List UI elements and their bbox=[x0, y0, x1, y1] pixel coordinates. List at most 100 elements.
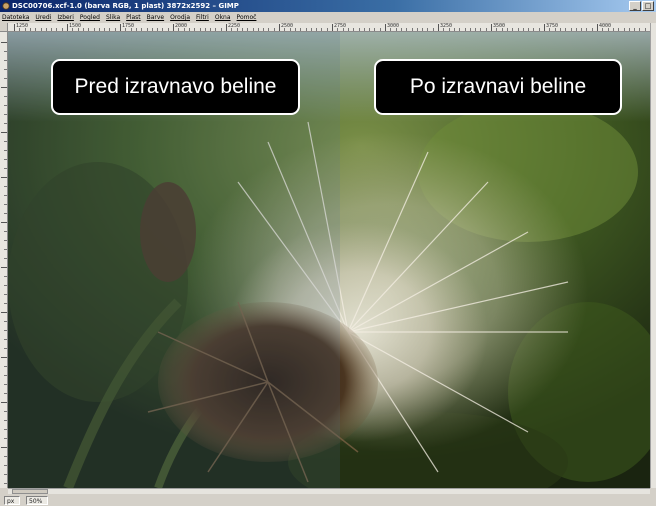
ruler-tick-major bbox=[597, 24, 598, 31]
ruler-tick-minor bbox=[422, 28, 424, 31]
ruler-tick-minor bbox=[4, 213, 7, 214]
ruler-tick-minor bbox=[104, 28, 106, 31]
ruler-tick-minor bbox=[554, 28, 556, 31]
ruler-tick-minor bbox=[130, 28, 132, 31]
minimize-icon[interactable]: _ bbox=[629, 1, 641, 11]
ruler-tick-minor bbox=[29, 28, 31, 31]
ruler-tick-label: 1500 bbox=[69, 23, 82, 29]
ruler-tick-minor bbox=[4, 60, 7, 61]
ruler-tick-minor bbox=[51, 28, 53, 31]
ruler-tick-minor bbox=[400, 28, 402, 31]
ruler-tick-minor bbox=[395, 28, 397, 31]
ruler-tick-minor bbox=[581, 28, 583, 31]
ruler-tick-minor bbox=[406, 28, 408, 31]
ruler-tick-minor bbox=[4, 123, 7, 124]
vertical-ruler[interactable] bbox=[0, 32, 8, 488]
ruler-tick-minor bbox=[602, 28, 604, 31]
ruler-tick-minor bbox=[644, 28, 646, 31]
maximize-icon[interactable]: □ bbox=[642, 1, 654, 11]
ruler-tick-minor bbox=[4, 483, 7, 484]
ruler-tick-minor bbox=[618, 28, 620, 31]
ruler-tick-minor bbox=[353, 28, 355, 31]
ruler-tick-minor bbox=[559, 28, 561, 31]
vertical-scrollbar[interactable] bbox=[650, 23, 656, 488]
ruler-tick-minor bbox=[4, 339, 7, 340]
ruler-tick-minor bbox=[4, 195, 7, 196]
ruler-tick-minor bbox=[475, 28, 477, 31]
ruler-tick-minor bbox=[591, 28, 593, 31]
ruler-tick-major bbox=[544, 24, 545, 31]
ruler-tick-minor bbox=[167, 28, 169, 31]
ruler-tick-major bbox=[438, 24, 439, 31]
menu-select[interactable]: Izberi bbox=[57, 12, 74, 23]
ruler-tick-minor bbox=[448, 28, 450, 31]
ruler-tick-minor bbox=[570, 28, 572, 31]
menu-colors[interactable]: Barve bbox=[147, 12, 165, 23]
ruler-tick-minor bbox=[316, 28, 318, 31]
menu-edit[interactable]: Uredi bbox=[35, 12, 51, 23]
menu-bar: Datoteka Uredi Izberi Pogled Slika Plast… bbox=[0, 12, 656, 23]
menu-filters[interactable]: Filtri bbox=[196, 12, 209, 23]
menu-view[interactable]: Pogled bbox=[80, 12, 100, 23]
ruler-tick-minor bbox=[326, 28, 328, 31]
ruler-tick-minor bbox=[4, 465, 7, 466]
menu-layer[interactable]: Plast bbox=[126, 12, 140, 23]
ruler-tick-minor bbox=[289, 28, 291, 31]
ruler-tick-minor bbox=[93, 28, 95, 31]
ruler-tick-minor bbox=[517, 28, 519, 31]
ruler-tick-minor bbox=[4, 330, 7, 331]
ruler-tick-label: 4000 bbox=[599, 23, 612, 29]
ruler-corner-button[interactable] bbox=[0, 23, 8, 32]
ruler-tick-minor bbox=[35, 28, 37, 31]
menu-file[interactable]: Datoteka bbox=[2, 12, 29, 23]
ruler-tick-minor bbox=[4, 141, 7, 142]
image-canvas[interactable]: Pred izravnavo beline Po izravnavi belin… bbox=[8, 32, 650, 488]
ruler-tick-minor bbox=[512, 28, 514, 31]
menu-image[interactable]: Slika bbox=[106, 12, 120, 23]
ruler-tick-minor bbox=[241, 28, 243, 31]
menu-help[interactable]: Pomoč bbox=[237, 12, 257, 23]
ruler-tick-minor bbox=[4, 150, 7, 151]
ruler-tick-minor bbox=[628, 28, 630, 31]
ruler-tick-minor bbox=[565, 28, 567, 31]
ruler-tick-minor bbox=[528, 28, 530, 31]
ruler-tick-minor bbox=[4, 438, 7, 439]
ruler-tick-label: 2750 bbox=[334, 23, 347, 29]
zoom-select[interactable]: 50% bbox=[26, 495, 48, 505]
ruler-tick-minor bbox=[538, 28, 540, 31]
ruler-tick-minor bbox=[4, 429, 7, 430]
ruler-tick-minor bbox=[4, 159, 7, 160]
menu-windows[interactable]: Okna bbox=[215, 12, 231, 23]
ruler-tick-minor bbox=[45, 28, 47, 31]
ruler-tick-major bbox=[332, 24, 333, 31]
ruler-tick-minor bbox=[443, 28, 445, 31]
ruler-tick-minor bbox=[4, 168, 7, 169]
ruler-tick-label: 1250 bbox=[16, 23, 29, 29]
ruler-tick-label: 2250 bbox=[228, 23, 241, 29]
menu-tools[interactable]: Orodja bbox=[170, 12, 190, 23]
ruler-tick-minor bbox=[4, 69, 7, 70]
ruler-tick-minor bbox=[178, 28, 180, 31]
ruler-tick-label: 3250 bbox=[440, 23, 453, 29]
ruler-tick-label: 3750 bbox=[546, 23, 559, 29]
ruler-tick-minor bbox=[496, 28, 498, 31]
ruler-tick-minor bbox=[432, 28, 434, 31]
ruler-tick-major bbox=[1, 177, 7, 178]
ruler-tick-label: 1750 bbox=[122, 23, 135, 29]
unit-select[interactable]: px bbox=[4, 495, 20, 505]
ruler-tick-minor bbox=[634, 28, 636, 31]
ruler-tick-minor bbox=[4, 348, 7, 349]
horizontal-ruler[interactable]: 1250 1500 1750 2000 2250 2500 2750 3000 3250 3500… bbox=[8, 23, 650, 32]
ruler-tick-minor bbox=[4, 258, 7, 259]
ruler-tick-minor bbox=[162, 28, 164, 31]
ruler-tick-minor bbox=[4, 303, 7, 304]
ruler-tick-minor bbox=[4, 375, 7, 376]
ruler-tick-minor bbox=[379, 28, 381, 31]
ruler-tick-minor bbox=[411, 28, 413, 31]
ruler-tick-minor bbox=[247, 28, 249, 31]
label-before-white-balance: Pred izravnavo beline bbox=[51, 59, 300, 115]
ruler-tick-minor bbox=[194, 28, 196, 31]
ruler-tick-minor bbox=[135, 28, 137, 31]
ruler-tick-minor bbox=[263, 28, 265, 31]
ruler-tick-minor bbox=[72, 28, 74, 31]
